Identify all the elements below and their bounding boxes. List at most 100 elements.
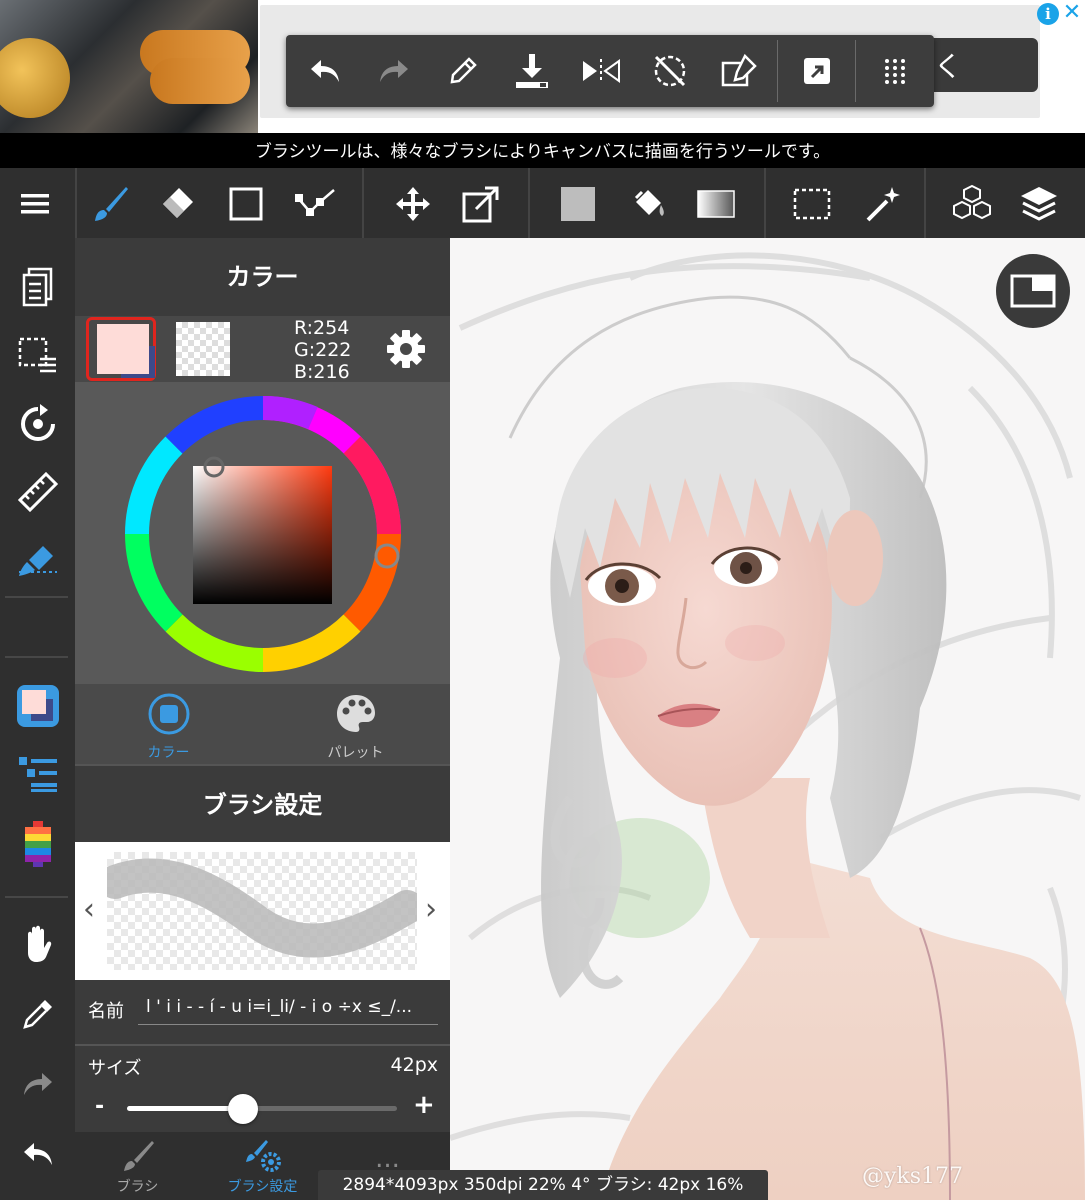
brush-size-label: サイズ: [88, 1058, 142, 1079]
grid-menu-icon[interactable]: [860, 35, 929, 107]
3d-model-icon[interactable]: [944, 176, 1000, 232]
canvas-status-bar: 2894*4093px 350dpi 22% 4° ブラシ: 42px 16%: [318, 1170, 768, 1200]
brush-icon[interactable]: [82, 176, 138, 232]
color-row: R:254 G:222 B:216: [75, 316, 450, 383]
eyedropper-icon[interactable]: [10, 986, 66, 1042]
ad-close-icon[interactable]: ✕: [1061, 1, 1083, 25]
ad-photo-cap: [0, 38, 70, 118]
toolbar-divider: [777, 40, 778, 102]
size-increase-button[interactable]: +: [413, 1090, 435, 1120]
toolbar-divider: [362, 168, 364, 238]
brush-preview-canvas: [107, 852, 417, 970]
palette-icon: [336, 695, 375, 732]
transform-icon[interactable]: [453, 176, 509, 232]
move-icon[interactable]: [385, 176, 441, 232]
menu-icon[interactable]: [7, 176, 63, 232]
left-sidebar: [0, 238, 75, 1200]
brush-name-row: 名前 l ' i i - - í - u i=i_li/ - i o ÷x ≤_…: [75, 980, 450, 1040]
bucket-icon[interactable]: [620, 176, 676, 232]
brush-list-icon[interactable]: [10, 746, 66, 802]
tab-brush[interactable]: ブラシ: [75, 1132, 200, 1200]
color-bar-icon[interactable]: [10, 816, 66, 872]
primary-color-chip: [97, 324, 149, 374]
rotate-icon[interactable]: [10, 396, 66, 452]
drawing-canvas[interactable]: [450, 238, 1085, 1200]
sidebar-divider: [5, 656, 68, 658]
toolbar-divider: [855, 40, 856, 102]
ad-photo-glove: [150, 58, 250, 104]
chevron-right-icon[interactable]: ›: [425, 892, 437, 927]
rgb-g-value: G:222: [294, 339, 352, 361]
toolbar-divider: [764, 168, 766, 238]
color-panel-title: カラー: [75, 238, 450, 316]
canvas-artwork: [450, 252, 1085, 1200]
color-picker-tabs: カラー パレット: [75, 684, 450, 764]
toolbar-divider: [528, 168, 530, 238]
navigator-toggle-button[interactable]: [996, 254, 1070, 328]
redo-icon[interactable]: [359, 35, 428, 107]
layers-icon[interactable]: [1011, 176, 1067, 232]
gradient-icon[interactable]: [688, 176, 744, 232]
snap-icon[interactable]: [10, 532, 66, 588]
magic-wand-icon[interactable]: [855, 176, 911, 232]
brush-gear-icon: [245, 1140, 281, 1172]
ad-action-label: く: [934, 50, 963, 83]
floating-toolbar: [286, 35, 934, 107]
size-slider-handle[interactable]: [228, 1094, 259, 1124]
selection-grid-icon[interactable]: [10, 327, 66, 383]
toolbar-divider: [924, 168, 926, 238]
tool-tip-bar: ブラシツールは、様々なブラシによりキャンバスに描画を行うツールです。: [0, 133, 1085, 168]
ruler-icon[interactable]: [10, 464, 66, 520]
tab-brush-settings[interactable]: ブラシ設定: [200, 1132, 325, 1200]
flip-icon[interactable]: [566, 35, 635, 107]
gear-icon[interactable]: [385, 328, 427, 370]
brush-icon: [123, 1141, 154, 1171]
brush-preview: ‹ ›: [75, 842, 450, 980]
tab-palette[interactable]: パレット: [262, 684, 449, 764]
tab-color[interactable]: カラー: [75, 684, 262, 764]
export-icon[interactable]: [782, 35, 851, 107]
rect-shape-icon[interactable]: [218, 176, 274, 232]
save-icon[interactable]: [497, 35, 566, 107]
navigator-window-icon: [1010, 274, 1056, 308]
more-dots-icon: ...: [375, 1144, 400, 1174]
color-panel-icon[interactable]: [10, 678, 66, 734]
pages-icon[interactable]: [10, 259, 66, 315]
fill-color-icon[interactable]: [550, 176, 606, 232]
brush-size-row: サイズ 42px - +: [75, 1044, 450, 1132]
brush-name-field[interactable]: l ' i i - - í - u i=i_li/ - i o ÷x ≤_/..…: [138, 993, 438, 1025]
transparent-color-swatch[interactable]: [176, 322, 230, 376]
size-slider-fill: [127, 1106, 244, 1111]
selection-icon[interactable]: [784, 176, 840, 232]
sidebar-divider: [5, 896, 68, 898]
side-panel: カラー R:254 G:222 B:216 カラー パレット ブラシ設定 ‹ ›…: [75, 238, 450, 1200]
ad-photo[interactable]: [0, 0, 258, 133]
tab-palette-label: パレット: [327, 745, 384, 761]
transform-icon[interactable]: [704, 35, 773, 107]
tab-color-label: カラー: [147, 745, 190, 761]
saturation-value-square[interactable]: [193, 466, 332, 604]
brush-name-label: 名前: [88, 1001, 124, 1022]
rotate-reset-icon[interactable]: [635, 35, 704, 107]
size-decrease-button[interactable]: -: [95, 1094, 104, 1119]
brush-settings-title: ブラシ設定: [75, 764, 450, 842]
rgb-b-value: B:216: [294, 361, 350, 383]
dot-line-icon[interactable]: [288, 176, 344, 232]
main-color-swatch[interactable]: [86, 317, 156, 381]
color-circle-icon: [148, 693, 189, 735]
toolbar-divider: [75, 168, 77, 238]
eyedropper-icon[interactable]: [428, 35, 497, 107]
eraser-icon[interactable]: [149, 176, 205, 232]
main-toolbar: [0, 168, 1085, 238]
color-wheel-area: [75, 382, 450, 684]
sidebar-divider: [5, 596, 68, 598]
undo-icon[interactable]: [290, 35, 359, 107]
brush-size-value: 42px: [390, 1054, 438, 1076]
hand-icon[interactable]: [10, 916, 66, 972]
redo-icon[interactable]: [10, 1056, 66, 1112]
artist-watermark: @yks177: [862, 1164, 964, 1189]
ad-info-icon[interactable]: i: [1037, 3, 1059, 25]
tab-brush-label: ブラシ: [116, 1179, 159, 1195]
undo-icon[interactable]: [10, 1126, 66, 1182]
chevron-left-icon[interactable]: ‹: [83, 892, 95, 927]
